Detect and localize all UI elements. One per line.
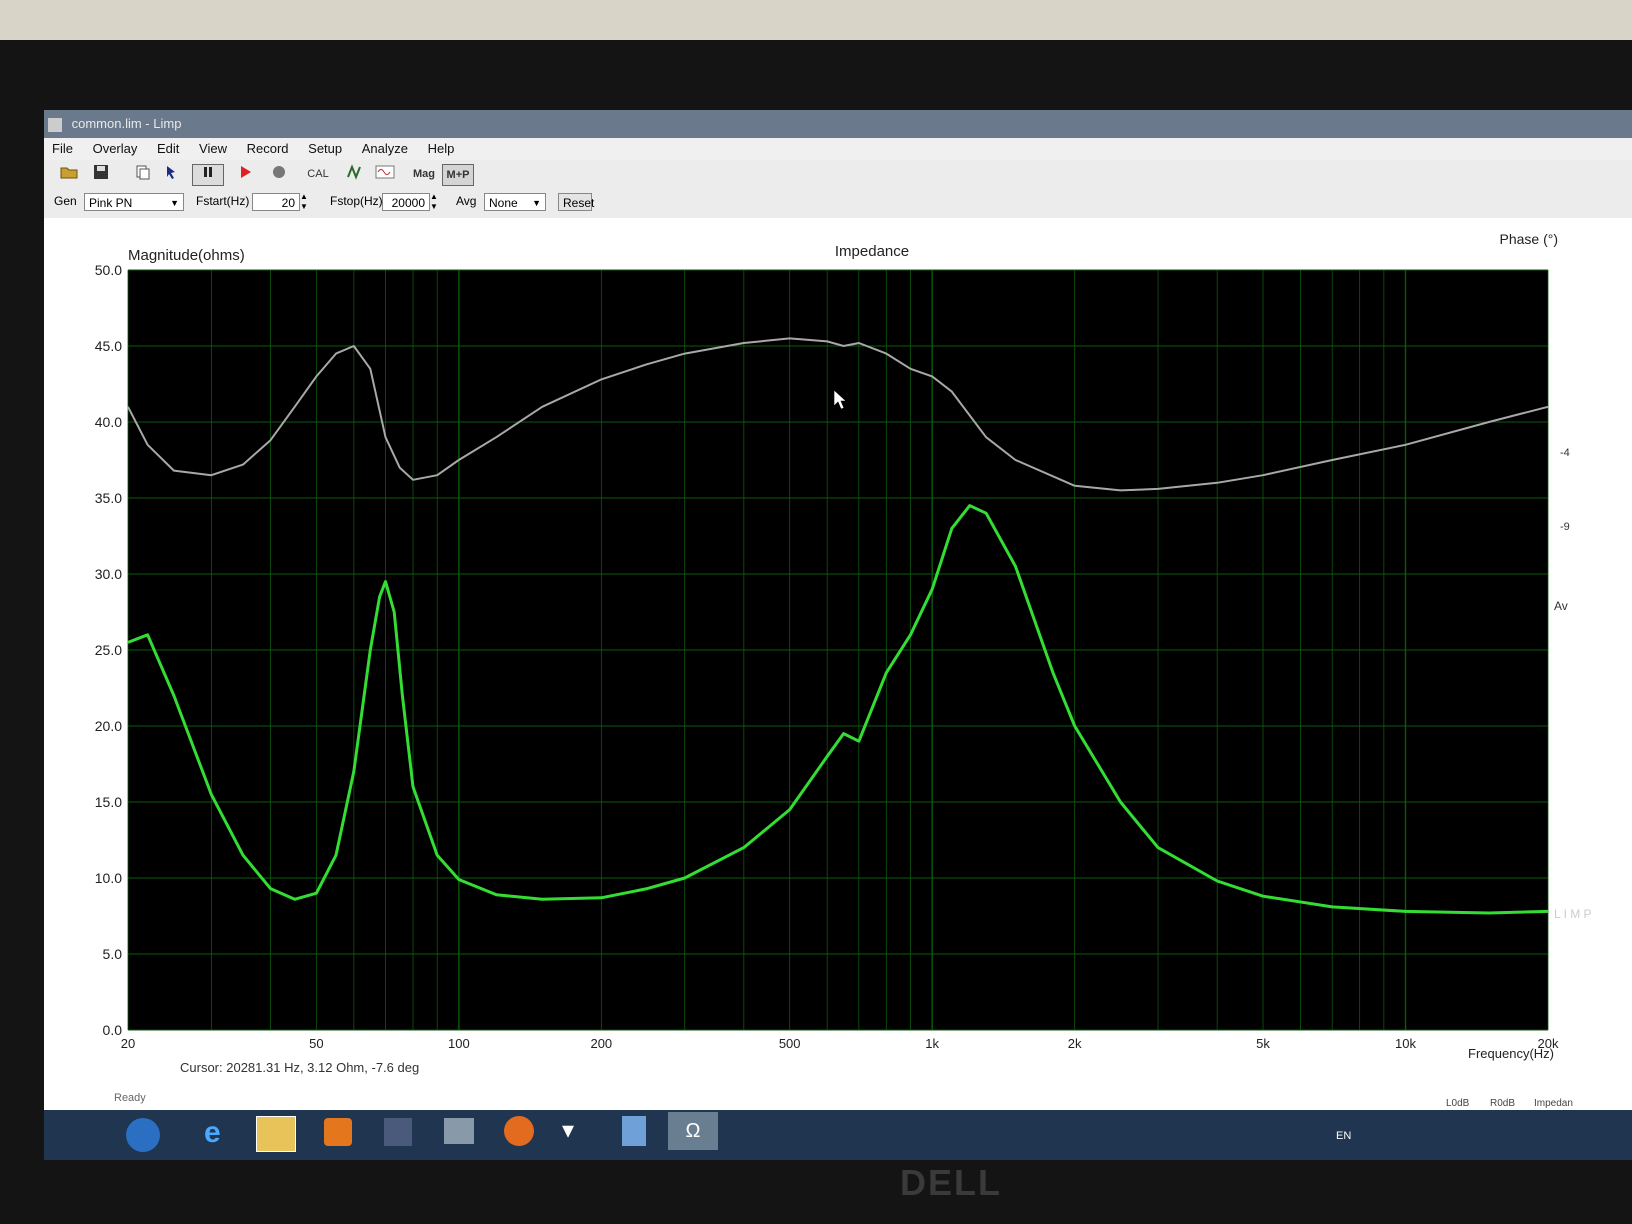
x-tick-label: 20 bbox=[121, 1036, 135, 1051]
limp-side-label: L I M P bbox=[1554, 907, 1592, 921]
avg-select[interactable]: None ▼ bbox=[484, 193, 546, 211]
y-tick-label: 40.0 bbox=[95, 414, 122, 430]
gen-select-value: Pink PN bbox=[89, 196, 133, 210]
x-tick-label: 100 bbox=[448, 1036, 470, 1051]
fstop-spinner-icon[interactable]: ▲ ▼ bbox=[430, 192, 438, 212]
wall-background bbox=[0, 0, 1632, 40]
save-icon[interactable] bbox=[90, 164, 112, 184]
y-tick-label: 5.0 bbox=[103, 946, 123, 962]
y-tick-label: 10.0 bbox=[95, 870, 122, 886]
menu-analyze[interactable]: Analyze bbox=[362, 141, 408, 156]
dell-logo: DELL bbox=[900, 1162, 1002, 1203]
app-icon bbox=[48, 117, 62, 132]
file-explorer-icon[interactable] bbox=[256, 1116, 296, 1152]
waveform-icon[interactable] bbox=[374, 164, 396, 184]
x-tick-label: 5k bbox=[1256, 1036, 1270, 1051]
media-player-icon[interactable] bbox=[324, 1118, 352, 1146]
phase-tick-partial-1: -4 bbox=[1560, 447, 1570, 459]
avg-label: Avg bbox=[456, 194, 477, 208]
channel-label-r: R0dB bbox=[1490, 1098, 1516, 1109]
record-stop-icon[interactable] bbox=[268, 164, 290, 184]
avg-side-partial: Av bbox=[1554, 599, 1568, 613]
chart-title: Impedance bbox=[835, 243, 909, 260]
y-axis-label: Magnitude(ohms) bbox=[128, 247, 245, 264]
monitor-screen: common.lim - Limp File Overlay Edit View… bbox=[44, 110, 1632, 1160]
y-tick-label: 25.0 bbox=[95, 642, 122, 658]
fstart-label: Fstart(Hz) bbox=[196, 194, 250, 208]
y-tick-label: 0.0 bbox=[103, 1022, 123, 1038]
x-tick-label: 1k bbox=[925, 1036, 939, 1051]
play-icon[interactable] bbox=[234, 164, 256, 184]
fstop-label: Fstop(Hz) bbox=[330, 194, 383, 208]
window-title: common.lim - Limp bbox=[71, 116, 182, 131]
cal-button[interactable]: CAL bbox=[304, 164, 332, 184]
y-tick-label: 35.0 bbox=[95, 490, 122, 506]
channel-label-l: L0dB bbox=[1446, 1098, 1470, 1109]
fstart-input[interactable]: 20 bbox=[252, 193, 300, 211]
omega-app-icon[interactable]: Ω bbox=[668, 1112, 718, 1150]
language-indicator[interactable]: EN bbox=[1336, 1130, 1351, 1142]
app-icon-photo[interactable] bbox=[384, 1118, 412, 1146]
menu-edit[interactable]: Edit bbox=[157, 141, 179, 156]
mag-button[interactable]: Mag bbox=[410, 164, 438, 184]
mag-phase-button[interactable]: M+P bbox=[442, 164, 474, 186]
x-tick-label: 200 bbox=[590, 1036, 612, 1051]
y-tick-label: 50.0 bbox=[95, 262, 122, 278]
eye-app-icon[interactable] bbox=[504, 1116, 534, 1146]
menu-setup[interactable]: Setup bbox=[308, 141, 342, 156]
x-tick-label: 500 bbox=[779, 1036, 801, 1051]
x-tick-label: 20k bbox=[1538, 1036, 1559, 1051]
start-button[interactable] bbox=[126, 1118, 160, 1152]
fox-app-icon[interactable]: ▾ bbox=[562, 1116, 592, 1146]
generator-controls: Gen Pink PN ▼ Fstart(Hz) 20 ▲ ▼ Fstop(Hz)… bbox=[44, 188, 1632, 219]
document-app-icon[interactable] bbox=[622, 1116, 646, 1146]
menu-view[interactable]: View bbox=[199, 141, 227, 156]
menu-record[interactable]: Record bbox=[247, 141, 289, 156]
x-tick-label: 10k bbox=[1395, 1036, 1416, 1051]
impedance-chart[interactable]: Impedance Magnitude(ohms) Phase (°) Freq… bbox=[44, 218, 1632, 1118]
pointer-tool-icon[interactable] bbox=[160, 164, 182, 184]
chevron-down-icon: ▼ bbox=[532, 198, 541, 208]
open-folder-icon[interactable] bbox=[58, 164, 80, 184]
chevron-down-icon: ▼ bbox=[170, 198, 179, 208]
toolbar: CAL Mag M+P bbox=[44, 160, 1632, 189]
fstop-input[interactable]: 20000 bbox=[382, 193, 430, 211]
x-tick-label: 50 bbox=[309, 1036, 323, 1051]
system-tray[interactable] bbox=[1364, 1130, 1564, 1144]
y-tick-label: 20.0 bbox=[95, 718, 122, 734]
pause-button[interactable] bbox=[192, 164, 224, 186]
reset-button[interactable]: Reset bbox=[558, 193, 594, 211]
y-tick-labels: 0.0 5.0 10.0 15.0 20.0 25.0 30.0 35.0 40.0 45.0 50… bbox=[95, 262, 122, 1038]
avg-select-value: None bbox=[489, 196, 518, 210]
menu-overlay[interactable]: Overlay bbox=[93, 141, 138, 156]
menu-help[interactable]: Help bbox=[428, 141, 455, 156]
x-tick-labels: 20 50 100 200 500 1k 2k 5k 10k 20k bbox=[121, 1036, 1559, 1051]
gen-label: Gen bbox=[54, 194, 77, 208]
y-tick-label: 15.0 bbox=[95, 794, 122, 810]
copy-icon[interactable] bbox=[132, 164, 154, 184]
status-ready: Ready bbox=[114, 1092, 146, 1104]
windows-taskbar: e ▾ Ω EN bbox=[44, 1110, 1632, 1160]
x-tick-label: 2k bbox=[1068, 1036, 1082, 1051]
menu-bar: File Overlay Edit View Record Setup Anal… bbox=[44, 138, 1632, 160]
plot-panel: Impedance Magnitude(ohms) Phase (°) Freq… bbox=[44, 218, 1632, 1118]
gen-select[interactable]: Pink PN ▼ bbox=[84, 193, 184, 211]
internet-explorer-icon[interactable]: e bbox=[204, 1116, 221, 1150]
cursor-readout: Cursor: 20281.31 Hz, 3.12 Ohm, -7.6 deg bbox=[180, 1060, 420, 1075]
phase-tick-partial-2: -9 bbox=[1560, 521, 1570, 533]
phase-axis-label: Phase (°) bbox=[1499, 231, 1558, 247]
fstart-spinner-icon[interactable]: ▲ ▼ bbox=[300, 192, 308, 212]
window-titlebar[interactable]: common.lim - Limp bbox=[44, 110, 1632, 138]
y-tick-label: 45.0 bbox=[95, 338, 122, 354]
menu-file[interactable]: File bbox=[52, 141, 73, 156]
impedance-mode-label: Impedan bbox=[1534, 1098, 1573, 1109]
y-tick-label: 30.0 bbox=[95, 566, 122, 582]
spectrum-icon[interactable] bbox=[344, 164, 366, 184]
computer-icon[interactable] bbox=[444, 1118, 474, 1144]
